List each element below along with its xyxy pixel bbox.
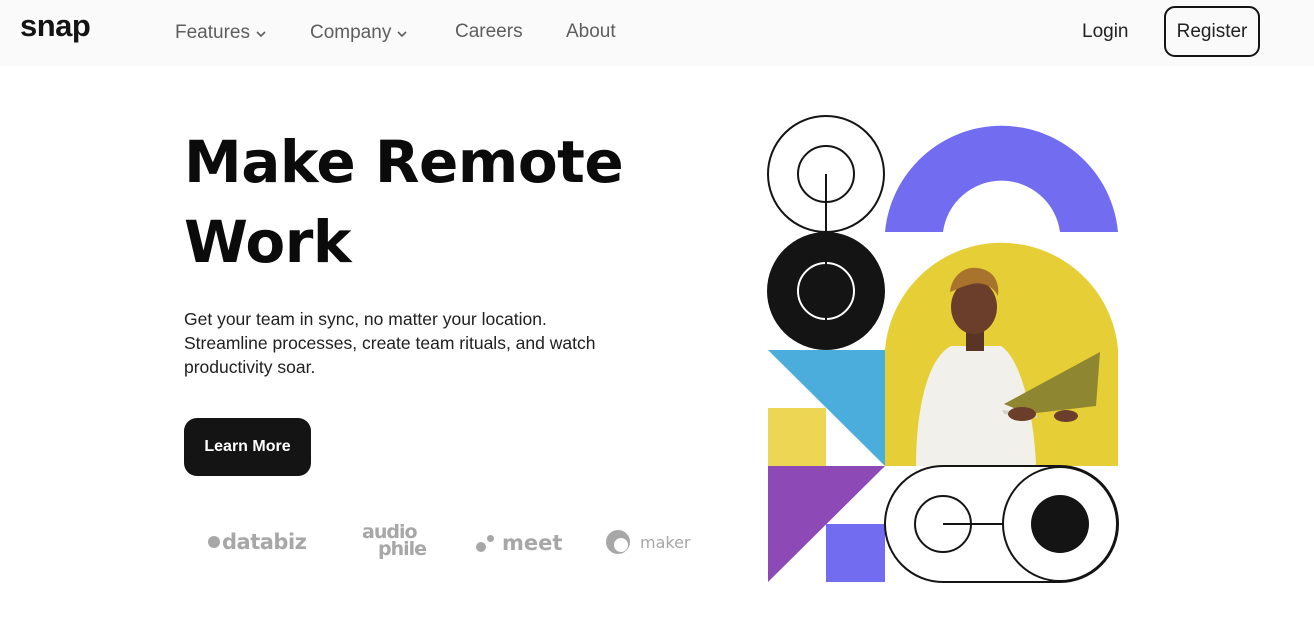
register-button[interactable]: Register <box>1164 6 1260 57</box>
maker-wordmark: maker <box>640 532 691 552</box>
hero-description-line1: Get your team in sync, no matter your lo… <box>184 309 547 329</box>
login-link[interactable]: Login <box>1082 21 1129 43</box>
meet-wordmark: meet <box>502 531 563 555</box>
nav-features-label: Features <box>175 21 250 43</box>
purple-square-shape <box>826 524 885 582</box>
client-logo-databiz: databiz <box>208 530 307 554</box>
meet-dots-icon <box>476 532 498 554</box>
snap-logo[interactable]: snap <box>20 8 91 44</box>
client-logo-audiophile: audio phile <box>362 523 427 560</box>
audiophile-wordmark-bottom: phile <box>378 538 427 560</box>
client-logo-maker: maker <box>606 530 691 554</box>
photo-arch-shape <box>885 242 1118 466</box>
pill-toggle-shape <box>884 465 1119 583</box>
purple-arch-shape <box>885 125 1118 232</box>
site-header: snap Features Company Careers About Logi… <box>0 0 1314 66</box>
hero-illustration <box>767 115 1119 583</box>
chevron-down-icon <box>256 22 266 44</box>
nav-about[interactable]: About <box>566 21 616 43</box>
databiz-dot-icon <box>208 536 220 548</box>
hero-description: Get your team in sync, no matter your lo… <box>184 307 624 379</box>
learn-more-button[interactable]: Learn More <box>184 418 311 476</box>
nav-careers[interactable]: Careers <box>455 21 523 43</box>
client-logo-meet: meet <box>476 531 562 555</box>
databiz-wordmark: databiz <box>222 530 307 554</box>
hero-title: Make Remote Work <box>184 122 664 282</box>
hero-description-line2: Streamline processes, create team ritual… <box>184 333 596 353</box>
hero-title-line1: Make Remote <box>184 128 624 196</box>
nav-features[interactable]: Features <box>175 21 266 44</box>
maker-mark-icon <box>606 530 630 554</box>
nav-careers-label: Careers <box>455 21 523 42</box>
yellow-square-shape <box>768 408 826 466</box>
hero-title-line2: Work <box>184 208 351 276</box>
nav-company-label: Company <box>310 21 392 43</box>
nav-about-label: About <box>566 21 616 42</box>
hero-description-line3: productivity soar. <box>184 357 316 377</box>
chevron-down-icon <box>397 22 407 44</box>
nav-company[interactable]: Company <box>310 21 407 44</box>
